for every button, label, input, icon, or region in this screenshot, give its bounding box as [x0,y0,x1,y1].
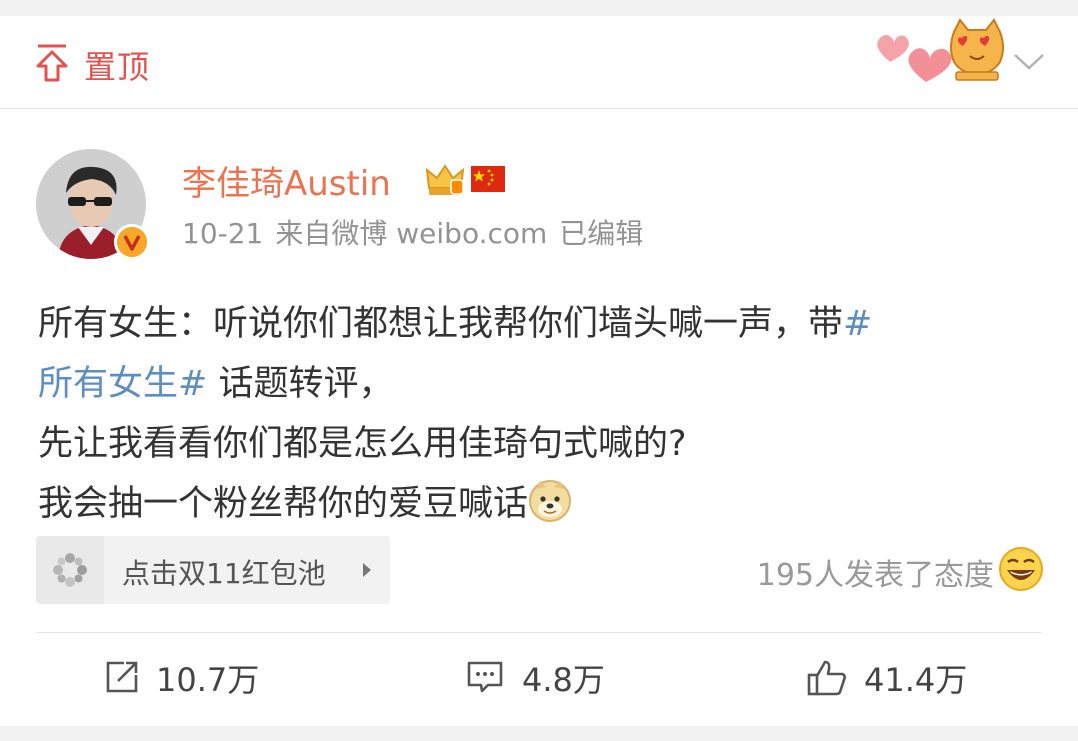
post-line-3: 先让我看看你们都是怎么用佳琦句式喊的? [38,424,687,464]
cat-sticker-icon [950,18,1004,81]
comment-icon [467,661,503,693]
repost-button[interactable]: 10.7万 [104,655,304,699]
topic-hash[interactable]: # [843,304,872,344]
caret-right-icon [363,563,371,577]
author-name[interactable]: 李佳琦Austin [182,156,391,205]
pinned-row: 置顶 [0,16,1078,109]
pinned-label: 置顶 [84,48,151,86]
post-date: 10-21 [182,217,264,250]
comment-button[interactable]: 4.8万 [466,655,666,699]
comment-count: 4.8万 [522,661,605,699]
red-packet-icon [53,553,87,587]
like-icon [807,660,846,696]
post-line-2: 所有女生# 话题转评， [38,364,394,404]
like-count: 41.4万 [864,661,968,699]
post-source[interactable]: 来自微博 weibo.com [275,217,547,250]
post-line-4: 我会抽一个粉丝帮你的爱豆喊话 [38,474,1048,534]
post-line-1: 所有女生：听说你们都想让我帮你们墙头喊一声，带# [38,304,873,344]
topic-link[interactable]: 所有女生# [38,364,207,404]
attitude-count[interactable]: 195人发表了态度 [757,550,994,594]
verified-icon [114,224,150,260]
pin-icon [36,44,68,82]
repost-icon [106,661,138,693]
like-button[interactable]: 41.4万 [806,655,1006,699]
post-body: 所有女生：听说你们都想让我帮你们墙头喊一声，带# 所有女生# 话题转评， 先让我… [38,294,1048,534]
china-flag-icon [471,166,505,192]
action-bar: 10.7万 4.8万 41.4万 [36,632,1042,727]
repost-count: 10.7万 [156,661,260,699]
weibo-post-card: 置顶 李佳琦Austin 10-21 来自微博 weibo.com 已编辑 所有… [0,16,1078,726]
crown-badge-icon [425,164,465,195]
red-packet-button[interactable]: 点击双11红包池 [36,536,390,604]
chevron-down-icon[interactable] [1012,52,1046,72]
edited-label[interactable]: 已编辑 [559,217,643,250]
laugh-emoji-icon[interactable] [998,546,1044,592]
post-meta: 10-21 来自微博 weibo.com 已编辑 [182,212,655,252]
doge-emoji-icon [529,480,572,522]
red-packet-icon-box [36,536,104,604]
red-packet-label: 点击双11红包池 [122,557,326,590]
